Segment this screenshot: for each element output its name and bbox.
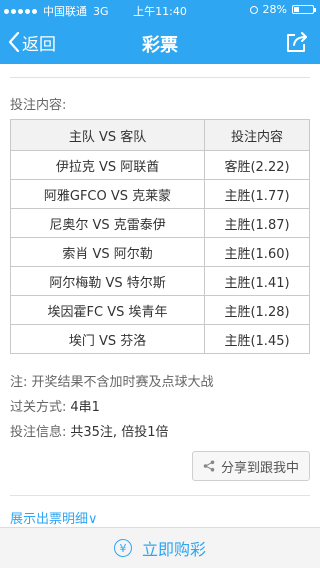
table-row: 尼奥尔 VS 克雷泰伊 主胜(1.87): [9, 208, 310, 238]
status-right: 28%: [249, 3, 316, 16]
match-cell: 阿雅GFCO VS 克莱蒙: [9, 179, 206, 209]
bet-section-label: 投注内容:: [10, 98, 67, 113]
column-header-pick: 投注内容: [204, 119, 310, 151]
buy-now-button[interactable]: ¥ 立即购彩: [0, 528, 320, 568]
divider: [10, 77, 310, 78]
bet-table: 主队 VS 客队 投注内容 伊拉克 VS 阿联酋 客胜(2.22) 阿雅GFCO…: [9, 119, 310, 354]
battery-percent: 28%: [262, 3, 287, 16]
share-to-follow-button[interactable]: 分享到跟我中: [192, 451, 310, 481]
match-cell: 尼奥尔 VS 克雷泰伊: [9, 208, 206, 238]
share-button-label: 分享到跟我中: [220, 460, 299, 476]
match-cell: 阿尔梅勒 VS 特尔斯: [9, 266, 206, 296]
pick-cell: 主胜(1.28): [204, 295, 310, 325]
nav-bar: 返回 彩票: [0, 20, 320, 64]
share-nodes-icon: [203, 460, 215, 472]
pick-cell: 主胜(1.77): [204, 179, 310, 209]
bottom-bar: ¥ 立即购彩: [0, 527, 320, 568]
status-bar: 中国联通 3G 上午11:40 28%: [0, 0, 320, 20]
match-cell: 伊拉克 VS 阿联酋: [9, 150, 206, 180]
pick-cell: 主胜(1.41): [204, 266, 310, 296]
table-row: 索肖 VS 阿尔勒 主胜(1.60): [9, 237, 310, 267]
column-header-teams: 主队 VS 客队: [9, 119, 206, 151]
rules-note: 注: 开奖结果不含加时赛及点球大战: [10, 375, 214, 390]
bet-info-label: 投注信息:: [10, 425, 67, 440]
table-row: 埃因霍FC VS 埃青年 主胜(1.28): [9, 295, 310, 325]
pass-type-label: 过关方式:: [10, 400, 67, 415]
share-nav-button[interactable]: [284, 29, 310, 55]
match-cell: 埃因霍FC VS 埃青年: [9, 295, 206, 325]
bet-info-row: 投注信息: 共35注, 倍投1倍: [10, 421, 168, 440]
yen-icon: ¥: [113, 539, 132, 557]
pass-type-value: 4串1: [70, 400, 100, 415]
bet-info-value: 共35注, 倍投1倍: [70, 425, 169, 440]
battery-icon: [292, 5, 316, 14]
pick-cell: 主胜(1.60): [204, 237, 310, 267]
match-cell: 埃门 VS 芬洛: [9, 324, 206, 354]
table-row: 埃门 VS 芬洛 主胜(1.45): [9, 324, 310, 354]
share-icon: [287, 32, 307, 52]
table-row: 伊拉克 VS 阿联酋 客胜(2.22): [9, 150, 310, 180]
table-row: 阿尔梅勒 VS 特尔斯 主胜(1.41): [9, 266, 310, 296]
show-ticket-details-link[interactable]: 展示出票明细∨: [10, 508, 98, 527]
alarm-icon: [249, 5, 258, 14]
table-row: 阿雅GFCO VS 克莱蒙 主胜(1.77): [9, 179, 310, 209]
pick-cell: 主胜(1.45): [204, 324, 310, 354]
pick-cell: 客胜(2.22): [204, 150, 310, 180]
header: 中国联通 3G 上午11:40 28% 返回 彩票: [0, 0, 320, 64]
pick-cell: 主胜(1.87): [204, 208, 310, 238]
page-title: 彩票: [142, 35, 178, 56]
table-header-row: 主队 VS 客队 投注内容: [9, 119, 310, 151]
match-cell: 索肖 VS 阿尔勒: [9, 237, 206, 267]
buy-button-label: 立即购彩: [141, 540, 206, 559]
pass-type-row: 过关方式: 4串1: [10, 396, 100, 415]
divider: [10, 495, 310, 496]
